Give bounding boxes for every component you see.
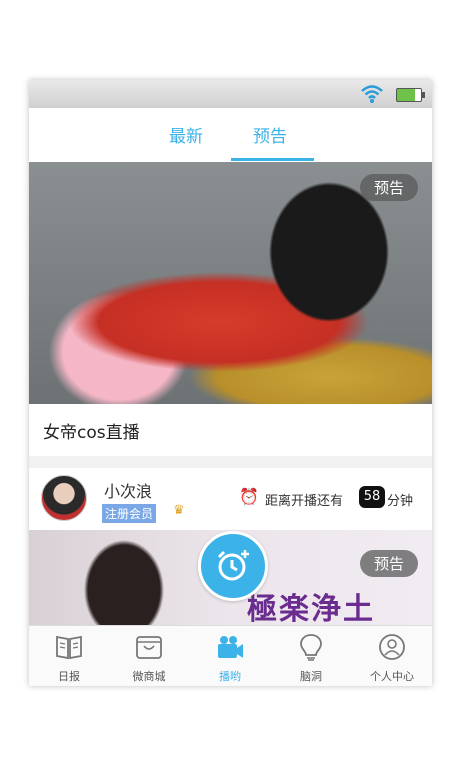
book-icon [56,635,82,660]
tab-shop[interactable]: 微商城 [109,626,189,686]
shop-icon [136,636,162,659]
stream-title-bar[interactable]: 女帝cos直播 [29,404,432,456]
status-bar [29,80,432,108]
crown-icon: ♛ [173,503,185,518]
wifi-icon [361,85,383,103]
countdown-label: 距离开播还有 [265,494,344,509]
member-badge: 注册会员 [102,504,157,523]
tab-profile[interactable]: 个人中心 [352,626,432,686]
lightbulb-icon [300,634,322,661]
alarm-plus-icon [217,550,249,581]
preview-badge: 预告 [359,174,418,201]
tab-preview[interactable]: 预告 [253,122,287,147]
person-icon [379,634,405,660]
stream-cover-image[interactable]: 预告 [29,162,432,404]
username: 小次浪 [104,482,153,501]
tab-latest[interactable]: 最新 [169,122,203,147]
tab-active-indicator [231,158,314,161]
add-reminder-button[interactable] [198,531,268,601]
tab-brainstorm-label: 脑洞 [300,670,322,683]
tab-live[interactable]: 播哟 [190,626,270,686]
stream-card-header[interactable]: 小次浪 注册会员 ♛ ⏰ 距离开播还有 58 分钟 [29,468,432,530]
video-camera-icon [218,636,243,658]
tab-brainstorm[interactable]: 脑洞 [271,626,351,686]
tab-daily[interactable]: 日报 [29,626,109,686]
alarm-clock-icon: ⏰ [239,487,259,506]
tab-live-label: 播哟 [219,670,241,683]
top-tabs: 最新 预告 [29,108,432,163]
countdown-minutes: 58 [359,486,385,508]
bottom-tab-bar: 日报 微商城 播哟 脑洞 个人中心 [29,625,432,686]
stream-title: 女帝cos直播 [43,423,140,443]
phone-screen: 最新 预告 预告 女帝cos直播 小次浪 注册会员 ♛ ⏰ 距离开播还有 58 … [29,80,432,686]
tab-profile-label: 个人中心 [370,670,414,683]
countdown-unit: 分钟 [387,494,414,509]
tab-shop-label: 微商城 [132,670,166,683]
battery-icon [396,88,425,102]
preview-badge-2: 预告 [359,550,418,577]
tab-daily-label: 日报 [58,670,80,683]
cover-overlay-text: 極楽浄土 [247,592,375,625]
avatar[interactable] [41,475,87,521]
